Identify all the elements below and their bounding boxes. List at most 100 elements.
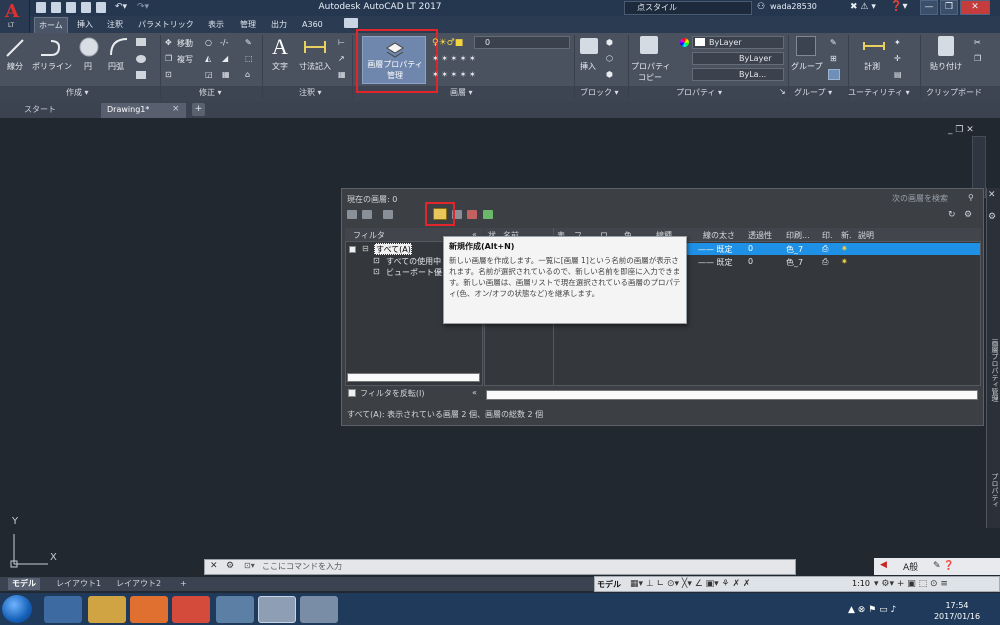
stretch-icon[interactable]: ⊡ [165, 70, 172, 79]
array-icon[interactable]: ▦ [222, 70, 230, 79]
set-current-icon[interactable] [483, 210, 493, 219]
redo-icon[interactable]: ↷▾ [137, 2, 149, 12]
modify-panel-title[interactable]: 修正 ▾ [199, 87, 222, 98]
tab-view[interactable]: 表示 [208, 17, 224, 33]
group-button[interactable]: グループ [791, 61, 823, 72]
internet-explorer-icon[interactable] [44, 596, 82, 623]
current-layer-dropdown[interactable]: 0 [474, 36, 570, 49]
polyline-icon[interactable] [37, 37, 65, 59]
new-group-filter-icon[interactable] [362, 210, 372, 219]
chrome-icon[interactable] [172, 596, 210, 623]
tab-annotate[interactable]: 注釈 [107, 17, 123, 33]
filter-viewport-overrides[interactable]: ビューポート優 [386, 267, 442, 278]
lineweight-dropdown[interactable]: ByLa... [692, 68, 784, 81]
ime-tools-icon[interactable]: ✎ ❓ [933, 561, 955, 571]
group-edit-icon[interactable]: ⊞ [830, 54, 837, 63]
rotate-icon[interactable]: ○ [205, 38, 212, 47]
filter-all[interactable]: すべて(A) [374, 243, 412, 255]
insert-block-icon[interactable] [580, 38, 598, 54]
groups-panel-title[interactable]: グループ ▾ [794, 87, 832, 98]
user-name[interactable]: wada28530 [770, 2, 817, 11]
ime-mode-label[interactable]: A般 [903, 560, 918, 573]
line-icon[interactable] [4, 37, 26, 59]
hatch-icon[interactable] [136, 55, 146, 63]
layer-states-icon[interactable] [383, 210, 393, 219]
line-button[interactable]: 線分 [7, 61, 23, 72]
scale-icon[interactable]: ◲ [205, 70, 213, 79]
new-tab-button[interactable]: + [192, 103, 205, 116]
fillet-icon[interactable]: ◢ [222, 54, 228, 63]
col-new-vp-freeze[interactable]: 新. [841, 230, 852, 241]
col-description[interactable]: 説明 [858, 230, 874, 241]
save-icon[interactable] [66, 2, 76, 13]
offset-icon[interactable]: ⌂ [245, 70, 250, 79]
tab-close-icon[interactable]: × [172, 104, 180, 114]
layer-list-scrollbar[interactable] [486, 390, 978, 400]
annotation-scale[interactable]: 1:10 [852, 579, 870, 588]
printer-icon[interactable]: ⎙ [822, 257, 828, 267]
settings-icon[interactable]: ⚙ [964, 210, 972, 220]
text-button[interactable]: 文字 [272, 61, 288, 72]
ribbon-toggle-icon[interactable] [344, 18, 358, 28]
tab-a360[interactable]: A360 [302, 17, 323, 33]
match-properties-icon[interactable] [640, 36, 658, 54]
table-icon[interactable]: ▦ [338, 70, 346, 79]
model-space-toggle[interactable]: モデル [597, 579, 621, 590]
layer-search-input[interactable]: 次の画層を検索 [892, 193, 948, 204]
close-button[interactable]: ✕ [960, 0, 990, 15]
tree-expand-icon[interactable] [349, 246, 356, 253]
col-lineweight[interactable]: 線の太さ [703, 230, 735, 241]
erase-icon[interactable]: ✎ [245, 38, 252, 47]
block-panel-title[interactable]: ブロック ▾ [580, 87, 619, 98]
refresh-icon[interactable]: ↻ [948, 210, 956, 220]
filter-scrollbar[interactable] [347, 373, 480, 382]
draw-panel-title[interactable]: 作成 ▾ [66, 87, 89, 98]
mirror-icon[interactable]: ◭ [205, 54, 211, 63]
new-property-filter-icon[interactable] [347, 210, 357, 219]
trim-icon[interactable]: -/- [220, 38, 228, 47]
command-close-icon[interactable]: ✕ [210, 561, 218, 571]
text-icon[interactable]: A [272, 34, 288, 60]
id-point-icon[interactable]: ✦ [894, 38, 901, 47]
palette-close-icon[interactable]: ✕ [988, 190, 996, 200]
properties-side-label[interactable]: プロパティ [986, 470, 1000, 510]
new-vp-freeze-icon[interactable]: ✷ [841, 244, 848, 253]
layout-tab-1[interactable]: レイアウト1 [52, 578, 105, 590]
match-properties-label-2[interactable]: コピー [638, 72, 662, 83]
maximize-button[interactable]: ❐ [940, 0, 958, 15]
status-bar-tools-right[interactable]: ▾ ⚙▾ + ▣ ⬚ ⊙ ≡ [874, 579, 948, 589]
match-properties-label[interactable]: プロパティ [631, 61, 671, 72]
layer-panel-title[interactable]: 画層 ▾ [450, 87, 473, 98]
tab-manage[interactable]: 管理 [240, 17, 256, 33]
measure-button[interactable]: 計測 [864, 61, 880, 72]
paste-icon[interactable] [938, 36, 954, 56]
tab-insert[interactable]: 挿入 [77, 17, 93, 33]
help-search-input[interactable]: 点スタイル [624, 1, 752, 15]
annotation-panel-title[interactable]: 注釈 ▾ [299, 87, 322, 98]
copy-icon[interactable]: ❐ [165, 54, 172, 63]
open-file-icon[interactable] [51, 2, 61, 13]
status-bar-tools[interactable]: ▦▾ ⊥ ∟ ⊙▾ ╳▾ ∠ ▣▾ ⚘ ✗ ✗ [630, 579, 750, 589]
binoculars-icon[interactable]: ⚇ [757, 2, 765, 12]
collapse-filter-bottom-icon[interactable]: « [472, 388, 477, 397]
clock[interactable]: 17:54 2017/01/16 [932, 600, 982, 622]
arc-icon[interactable] [108, 36, 130, 58]
invert-filter-checkbox[interactable] [348, 389, 356, 397]
palette-settings-icon[interactable]: ⚙ [988, 212, 996, 222]
layer-tool-icons-row3[interactable]: ✶ ✶ ✶ ✶ ✶ [432, 70, 476, 79]
cut-icon[interactable]: ✂ [974, 38, 981, 47]
new-vp-freeze-icon[interactable]: ✷ [841, 257, 848, 266]
utilities-panel-title[interactable]: ユーティリティ ▾ [848, 87, 910, 98]
rectangle-icon[interactable] [136, 38, 146, 46]
color-dropdown[interactable]: ByLayer [692, 36, 784, 49]
clipboard-panel-title[interactable]: クリップボード [926, 87, 982, 98]
col-plot[interactable]: 印. [822, 230, 833, 241]
undo-icon[interactable]: ↶▾ [115, 2, 127, 12]
paste-button[interactable]: 貼り付け [930, 61, 962, 72]
calculator-icon[interactable]: ▤ [894, 70, 902, 79]
new-layout-button[interactable]: + [176, 578, 191, 590]
print-icon[interactable] [96, 2, 106, 13]
dimension-icon[interactable] [303, 37, 327, 57]
explode-icon[interactable]: ⬚ [245, 54, 253, 63]
search-icon[interactable]: ⚲ [968, 193, 974, 202]
